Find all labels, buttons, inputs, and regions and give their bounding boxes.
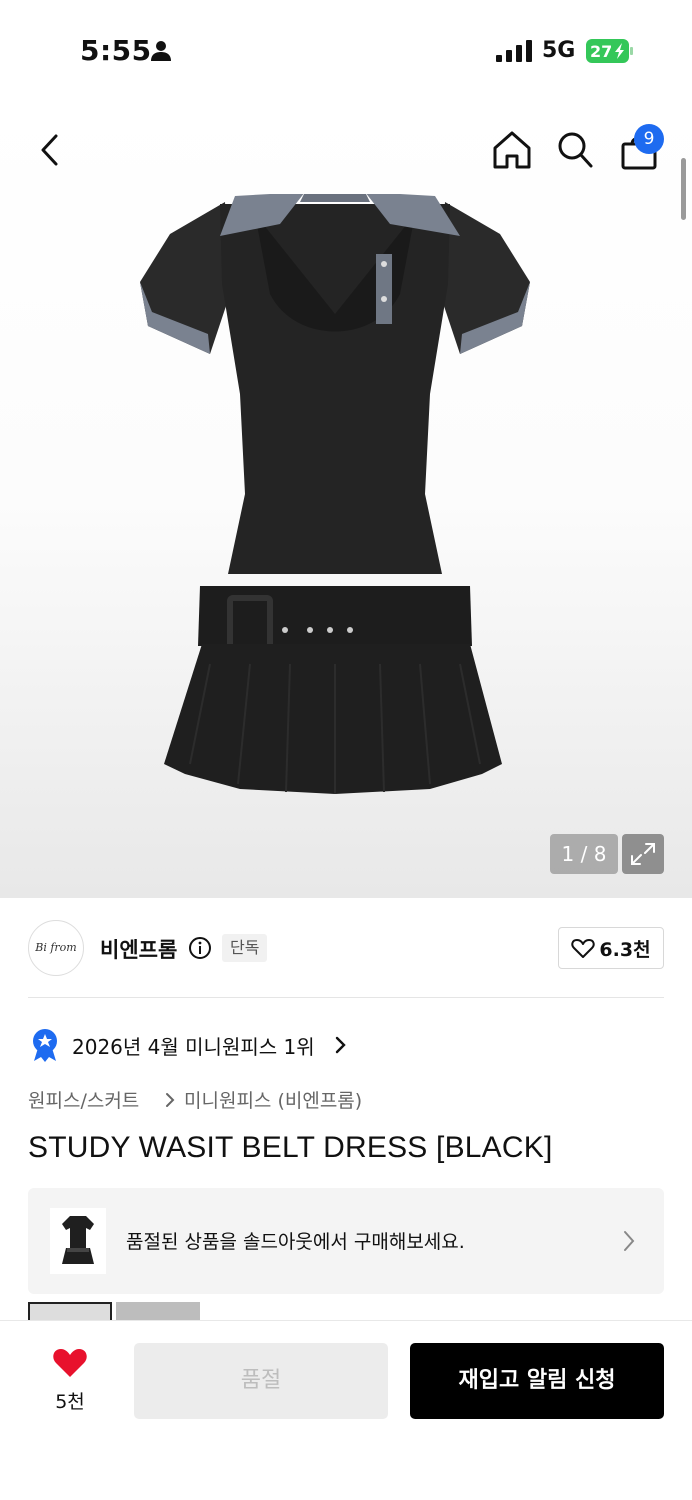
chevron-right-icon	[166, 1093, 175, 1107]
bottom-action-bar: 5천 품절 재입고 알림 신청	[0, 1320, 692, 1500]
image-counter: 1 / 8	[550, 834, 618, 874]
brand-like-button[interactable]: 6.3천	[558, 927, 664, 969]
status-time: 5:55	[80, 34, 152, 67]
battery-icon: 27	[586, 39, 633, 63]
ranking-medal-icon	[33, 1029, 57, 1062]
search-icon[interactable]	[556, 130, 594, 170]
battery-level: 27	[590, 42, 612, 61]
wish-count: 5천	[55, 1391, 85, 1413]
scrollbar[interactable]	[681, 158, 686, 220]
ranking-text[interactable]: 2026년 4월 미니원피스 1위	[72, 1031, 315, 1060]
person-icon	[151, 41, 171, 61]
product-gallery[interactable]: 9 1 / 8	[0, 100, 692, 898]
chevron-right-icon	[624, 1231, 635, 1251]
soldout-button[interactable]: 품절	[134, 1343, 388, 1419]
thumbnail-strip[interactable]	[28, 1302, 208, 1320]
status-bar: 5:55 5G 27	[0, 0, 692, 100]
brand-like-count: 6.3천	[599, 938, 651, 961]
back-arrow-icon[interactable]	[34, 130, 66, 170]
info-icon[interactable]	[188, 936, 212, 960]
exclusive-badge: 단독	[222, 934, 268, 962]
heart-filled-icon[interactable]	[52, 1347, 88, 1379]
thumbnail-item[interactable]	[116, 1302, 200, 1320]
chevron-right-icon[interactable]	[334, 1036, 348, 1054]
product-image[interactable]	[130, 194, 540, 799]
soldout-banner-text: 품절된 상품을 솔드아웃에서 구매해보세요.	[126, 1231, 465, 1253]
breadcrumb-category[interactable]: 원피스/스커트	[28, 1086, 139, 1113]
breadcrumb-subcategory[interactable]: 미니원피스 (비엔프롬)	[184, 1086, 362, 1113]
brand-name[interactable]: 비엔프롬	[100, 934, 177, 964]
expand-icon[interactable]	[622, 834, 664, 874]
divider	[28, 997, 664, 998]
cart-count-badge: 9	[634, 124, 664, 154]
product-title: STUDY WASIT BELT DRESS [BLACK]	[28, 1131, 553, 1164]
signal-icon	[496, 40, 532, 62]
restock-alert-button[interactable]: 재입고 알림 신청	[410, 1343, 664, 1419]
brand-logo[interactable]: Bi from	[28, 920, 84, 976]
banner-product-thumbnail	[50, 1208, 106, 1274]
home-icon[interactable]	[492, 130, 532, 170]
thumbnail-item[interactable]	[28, 1302, 112, 1320]
soldout-banner[interactable]: 품절된 상품을 솔드아웃에서 구매해보세요.	[28, 1188, 664, 1294]
heart-outline-icon	[571, 939, 596, 958]
network-type: 5G	[542, 38, 576, 63]
